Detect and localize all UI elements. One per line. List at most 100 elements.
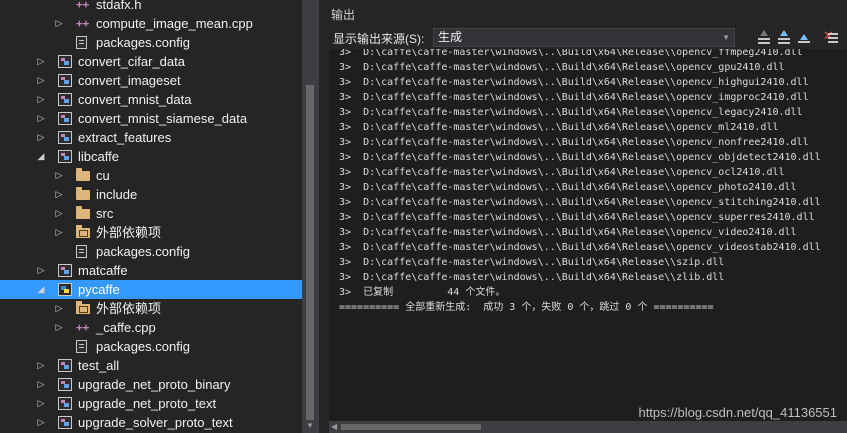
tree-item[interactable]: ▷ ++ _caffe.cpp [0, 318, 302, 337]
vertical-scrollbar[interactable]: ▼ [302, 0, 318, 433]
output-source-select[interactable]: 生成 ▼ [433, 28, 735, 47]
tree-item-label: packages.config [96, 35, 190, 50]
go-to-location-button[interactable] [796, 29, 812, 45]
collapsed-arrow-icon[interactable]: ▷ [36, 394, 46, 413]
output-line: 3> D:\caffe\caffe-master\windows\..\Buil… [339, 182, 797, 193]
tree-item[interactable]: ▷ convert_mnist_siamese_data [0, 109, 302, 128]
output-toolbar: 显示输出来源(S): 生成 ▼ ✕ [319, 26, 847, 49]
source-label: 显示输出来源(S): [333, 32, 425, 46]
arrow-up-icon [760, 30, 768, 36]
collapsed-arrow-icon[interactable]: ▷ [54, 299, 64, 318]
project-icon [58, 112, 72, 125]
arrow-up-icon [780, 30, 788, 36]
tree-item[interactable]: ◢ libcaffe [0, 147, 302, 166]
output-line: 3> D:\caffe\caffe-master\windows\..\Buil… [339, 62, 785, 73]
tree-item-label: pycaffe [78, 282, 120, 297]
config-file-icon [76, 340, 87, 353]
folder-icon [76, 187, 90, 200]
tree-item[interactable]: ▷ include [0, 185, 302, 204]
project-icon [58, 359, 72, 372]
tree-item[interactable]: packages.config [0, 337, 302, 356]
tree-item-label: 外部依赖项 [96, 225, 162, 240]
project-icon [58, 397, 72, 410]
tree-item[interactable]: ▷ src [0, 204, 302, 223]
collapsed-arrow-icon[interactable]: ▷ [36, 90, 46, 109]
source-select-value: 生成 [438, 30, 463, 44]
collapsed-arrow-icon[interactable]: ▷ [54, 14, 64, 33]
clear-all-button[interactable]: ✕ [823, 29, 839, 45]
collapsed-arrow-icon[interactable]: ▷ [54, 223, 64, 242]
tree-item[interactable]: ▷ upgrade_net_proto_binary [0, 375, 302, 394]
collapsed-arrow-icon[interactable]: ▷ [36, 413, 46, 432]
output-line: 3> D:\caffe\caffe-master\windows\..\Buil… [339, 242, 821, 253]
collapsed-arrow-icon[interactable]: ▷ [54, 204, 64, 223]
collapsed-arrow-icon[interactable]: ▷ [36, 261, 46, 280]
output-text-area[interactable]: 3> D:\caffe\caffe-master\windows\..\Buil… [329, 49, 847, 421]
tree-item[interactable]: ▷ convert_imageset [0, 71, 302, 90]
output-line: 3> D:\caffe\caffe-master\windows\..\Buil… [339, 272, 725, 283]
tree-item[interactable]: ▷ upgrade_net_proto_text [0, 394, 302, 413]
config-file-icon [76, 245, 87, 258]
project-icon [58, 55, 72, 68]
collapsed-arrow-icon[interactable]: ▷ [36, 52, 46, 71]
output-line: 3> D:\caffe\caffe-master\windows\..\Buil… [339, 227, 797, 238]
output-line: 3> D:\caffe\caffe-master\windows\..\Buil… [339, 257, 725, 268]
watermark: https://blog.csdn.net/qq_41136551 [638, 405, 837, 420]
collapsed-arrow-icon[interactable]: ▷ [36, 375, 46, 394]
project-icon [58, 150, 72, 163]
external-deps-icon [76, 225, 90, 238]
header-file-icon: ++ [76, 0, 90, 11]
tree-item[interactable]: ▷ convert_mnist_data [0, 90, 302, 109]
collapsed-arrow-icon[interactable]: ▷ [36, 128, 46, 147]
collapsed-arrow-icon[interactable]: ▷ [54, 166, 64, 185]
tree-item-label: convert_mnist_siamese_data [78, 111, 248, 126]
expanded-arrow-icon[interactable]: ◢ [36, 147, 46, 166]
tree-item[interactable]: ▷ 外部依赖项 [0, 223, 302, 242]
tree-item[interactable]: ▷ convert_cifar_data [0, 52, 302, 71]
tree-item-label: _caffe.cpp [96, 320, 156, 335]
collapsed-arrow-icon[interactable]: ▷ [36, 109, 46, 128]
tree-item-label: compute_image_mean.cpp [96, 16, 253, 31]
output-lines: 3> D:\caffe\caffe-master\windows\..\Buil… [339, 49, 821, 315]
output-line: 3> D:\caffe\caffe-master\windows\..\Buil… [339, 197, 821, 208]
collapsed-arrow-icon[interactable]: ▷ [36, 356, 46, 375]
python-project-icon [58, 283, 72, 296]
tree-item[interactable]: ▷ matcaffe [0, 261, 302, 280]
tree-item[interactable]: ▷ ++ compute_image_mean.cpp [0, 14, 302, 33]
tree-item-label: convert_cifar_data [78, 54, 185, 69]
collapsed-arrow-icon[interactable]: ▷ [36, 71, 46, 90]
scroll-thumb[interactable] [341, 424, 481, 430]
tree-item[interactable]: packages.config [0, 33, 302, 52]
tree-item[interactable]: packages.config [0, 242, 302, 261]
tree-item-label: matcaffe [78, 263, 128, 278]
tree-item[interactable]: ++ stdafx.h [0, 0, 302, 14]
scroll-left-icon[interactable]: ◀ [331, 421, 337, 433]
output-line: 3> D:\caffe\caffe-master\windows\..\Buil… [339, 92, 809, 103]
tree-item[interactable]: ▷ upgrade_solver_proto_text [0, 413, 302, 432]
previous-message-button[interactable] [756, 29, 772, 45]
tree-item-label: 外部依赖项 [96, 301, 162, 316]
tree-item[interactable]: ▷ cu [0, 166, 302, 185]
project-icon [58, 378, 72, 391]
tree-item-label: cu [96, 168, 110, 183]
tree-item-label: packages.config [96, 339, 190, 354]
expanded-arrow-icon[interactable]: ◢ [36, 280, 46, 299]
scroll-down-icon[interactable]: ▼ [302, 419, 318, 433]
tree-item[interactable]: ▷ test_all [0, 356, 302, 375]
collapsed-arrow-icon[interactable]: ▷ [54, 185, 64, 204]
cpp-file-icon: ++ [76, 321, 90, 334]
horizontal-scrollbar[interactable]: ◀ [329, 421, 847, 433]
scroll-thumb[interactable] [306, 85, 314, 420]
tree-item-label: extract_features [78, 130, 172, 145]
output-line: 3> D:\caffe\caffe-master\windows\..\Buil… [339, 107, 803, 118]
tree-item-label: convert_mnist_data [78, 92, 192, 107]
tree-item[interactable]: ▷ 外部依赖项 [0, 299, 302, 318]
output-line: ========== 全部重新生成: 成功 3 个，失败 0 个，跳过 0 个 … [339, 302, 714, 313]
collapsed-arrow-icon[interactable]: ▷ [54, 318, 64, 337]
panel-title: 输出 [331, 8, 356, 22]
tree-item[interactable]: ▷ extract_features [0, 128, 302, 147]
tree-item-label: src [96, 206, 114, 221]
next-message-button[interactable] [776, 29, 792, 45]
external-deps-icon [76, 301, 90, 314]
tree-item[interactable]: ◢ pycaffe [0, 280, 302, 299]
